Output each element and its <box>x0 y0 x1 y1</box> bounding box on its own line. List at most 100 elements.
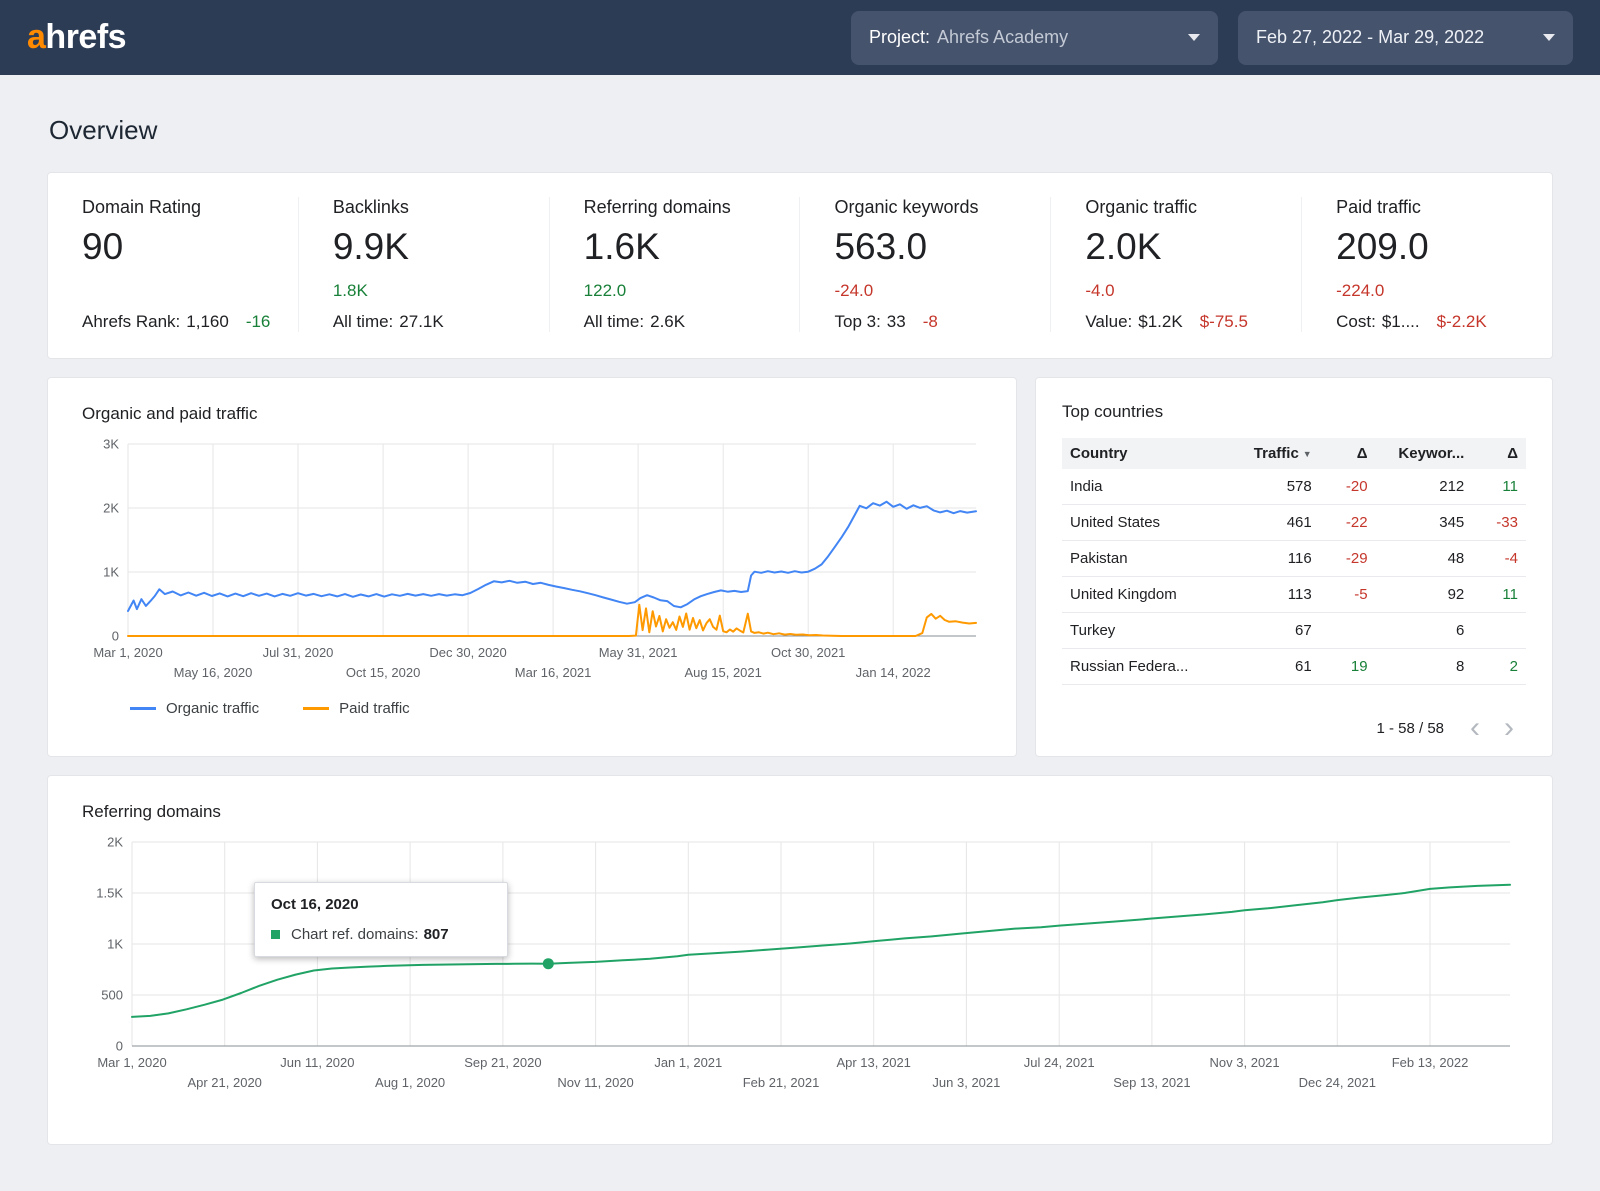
chart-title: Referring domains <box>82 802 1518 822</box>
column-header-label: Δ <box>1507 445 1518 462</box>
keywords-cell: 212 <box>1368 478 1465 495</box>
metric-domain-rating: Domain Rating 90 Ahrefs Rank:1,160-16 <box>48 197 298 332</box>
page-title: Overview <box>49 115 1553 146</box>
metric-delta <box>82 281 288 301</box>
country-cell: United States <box>1070 514 1231 531</box>
table-row[interactable]: India578-2021211 <box>1062 469 1526 505</box>
svg-text:Jan 1, 2021: Jan 1, 2021 <box>654 1055 722 1070</box>
prev-page-icon[interactable]: ‹ <box>1458 718 1492 738</box>
traffic-cell: 67 <box>1231 622 1312 639</box>
svg-text:Oct 15, 2020: Oct 15, 2020 <box>346 665 420 680</box>
metric-delta: -24.0 <box>834 281 1040 301</box>
country-cell: United Kingdom <box>1070 586 1231 603</box>
country-cell: India <box>1070 478 1231 495</box>
referring-domains-chart[interactable]: 05001K1.5K2KMar 1, 2020Apr 21, 2020Jun 1… <box>82 836 1520 1108</box>
traffic-delta-cell: -29 <box>1312 550 1368 567</box>
metric-backlinks: Backlinks9.9K1.8KAll time:27.1K <box>298 197 549 332</box>
metric-label: Organic keywords <box>834 197 1040 218</box>
top-countries-card: Top countries CountryTraffic▼ Δ Keywor... Δ… <box>1035 377 1553 757</box>
secondary-delta: -16 <box>246 312 271 331</box>
svg-text:Jun 3, 2021: Jun 3, 2021 <box>932 1075 1000 1090</box>
date-range-dropdown[interactable]: Feb 27, 2022 - Mar 29, 2022 <box>1238 11 1573 65</box>
table-row[interactable]: Russian Federa...611982 <box>1062 649 1526 685</box>
svg-text:Jul 24, 2021: Jul 24, 2021 <box>1024 1055 1095 1070</box>
legend-swatch <box>303 707 329 710</box>
svg-text:2K: 2K <box>107 836 123 850</box>
project-dropdown-value: Ahrefs Academy <box>937 27 1068 48</box>
table-row[interactable]: Turkey676 <box>1062 613 1526 649</box>
metric-delta: 122.0 <box>584 281 790 301</box>
metric-secondary: All time:27.1K <box>333 312 539 332</box>
chevron-down-icon <box>1188 34 1200 41</box>
column-header-traffic[interactable]: Traffic▼ <box>1231 445 1312 462</box>
keywords-delta-cell: 11 <box>1464 586 1518 603</box>
keywords-cell: 345 <box>1368 514 1465 531</box>
column-header-keywords-delta[interactable]: Δ <box>1464 445 1518 462</box>
svg-text:Oct 30, 2021: Oct 30, 2021 <box>771 645 845 660</box>
metric-label: Referring domains <box>584 197 790 218</box>
project-dropdown-label: Project: <box>869 27 930 48</box>
svg-text:Mar 1, 2020: Mar 1, 2020 <box>93 645 162 660</box>
traffic-cell: 578 <box>1231 478 1312 495</box>
metric-referring-domains: Referring domains 1.6K 122.0 All time:2.6K <box>549 197 800 332</box>
metric-secondary: Ahrefs Rank:1,160-16 <box>82 312 288 332</box>
country-cell: Russian Federa... <box>1070 658 1231 675</box>
metric-value: 1.6K <box>584 226 790 268</box>
traffic-cell: 61 <box>1231 658 1312 675</box>
metric-organic-traffic: Organic traffic2.0K-4.0Value:$1.2K$-75.5 <box>1050 197 1301 332</box>
keywords-cell: 6 <box>1368 622 1465 639</box>
logo-rest: hrefs <box>45 18 126 56</box>
secondary-value: $1.... <box>1382 312 1420 331</box>
svg-text:Jun 11, 2020: Jun 11, 2020 <box>280 1055 354 1070</box>
date-range-value: Feb 27, 2022 - Mar 29, 2022 <box>1256 27 1484 48</box>
secondary-delta: $-2.2K <box>1437 312 1487 331</box>
svg-text:Mar 16, 2021: Mar 16, 2021 <box>515 665 592 680</box>
sort-desc-icon: ▼ <box>1303 449 1312 459</box>
column-header-keywords[interactable]: Keywor... <box>1368 445 1465 462</box>
table-row[interactable]: Pakistan116-2948-4 <box>1062 541 1526 577</box>
chevron-down-icon <box>1543 34 1555 41</box>
column-header-country[interactable]: Country <box>1070 445 1231 462</box>
svg-text:Jan 14, 2022: Jan 14, 2022 <box>856 665 931 680</box>
chart-title: Organic and paid traffic <box>82 404 982 424</box>
next-page-icon[interactable]: › <box>1492 718 1526 738</box>
traffic-delta-cell: -20 <box>1312 478 1368 495</box>
table-row[interactable]: United Kingdom113-59211 <box>1062 577 1526 613</box>
metric-label: Backlinks <box>333 197 539 218</box>
column-header-label: Keywor... <box>1398 445 1464 462</box>
traffic-cell: 116 <box>1231 550 1312 567</box>
report-body: Overview Domain Rating 90 Ahrefs Rank:1,16… <box>0 115 1600 1145</box>
metrics-scorecard-row: Domain Rating 90 Ahrefs Rank:1,160-16 Backl… <box>47 172 1553 359</box>
chart-legend: Organic trafficPaid traffic <box>82 700 982 717</box>
legend-swatch <box>130 707 156 710</box>
metric-label: Domain Rating <box>82 197 288 218</box>
tooltip-label: Chart ref. domains: <box>291 926 419 943</box>
referring-domains-card: Referring domains 05001K1.5K2KMar 1, 202… <box>47 775 1553 1145</box>
traffic-delta-cell: -22 <box>1312 514 1368 531</box>
metric-label: Paid traffic <box>1336 197 1542 218</box>
metric-value: 2.0K <box>1085 226 1291 268</box>
organic-paid-traffic-card: Organic and paid traffic 01K2K3KMar 1, 2… <box>47 377 1017 757</box>
metric-paid-traffic: Paid traffic209.0-224.0Cost:$1....$-2.2K <box>1301 197 1552 332</box>
metric-secondary: All time:2.6K <box>584 312 790 332</box>
table-row[interactable]: United States461-22345-33 <box>1062 505 1526 541</box>
svg-text:Nov 3, 2021: Nov 3, 2021 <box>1210 1055 1280 1070</box>
keywords-delta-cell: -33 <box>1464 514 1518 531</box>
svg-text:Apr 21, 2020: Apr 21, 2020 <box>187 1075 261 1090</box>
ahrefs-logo: ahrefs <box>27 18 126 57</box>
svg-text:Sep 13, 2021: Sep 13, 2021 <box>1113 1075 1190 1090</box>
svg-text:500: 500 <box>101 988 123 1003</box>
metric-value: 209.0 <box>1336 226 1542 268</box>
tooltip-value: 807 <box>424 926 449 943</box>
svg-text:Dec 30, 2020: Dec 30, 2020 <box>429 645 506 660</box>
table-title: Top countries <box>1062 402 1526 422</box>
metric-value: 90 <box>82 226 288 268</box>
secondary-value: 27.1K <box>399 312 443 331</box>
column-header-traffic-delta[interactable]: Δ <box>1312 445 1368 462</box>
metric-secondary: Value:$1.2K$-75.5 <box>1085 312 1291 332</box>
project-dropdown[interactable]: Project: Ahrefs Academy <box>851 11 1218 65</box>
column-header-label: Δ <box>1357 445 1368 462</box>
organic-paid-traffic-chart[interactable]: 01K2K3KMar 1, 2020May 16, 2020Jul 31, 20… <box>82 438 982 696</box>
secondary-label: Ahrefs Rank: <box>82 312 180 331</box>
svg-text:0: 0 <box>112 629 119 644</box>
